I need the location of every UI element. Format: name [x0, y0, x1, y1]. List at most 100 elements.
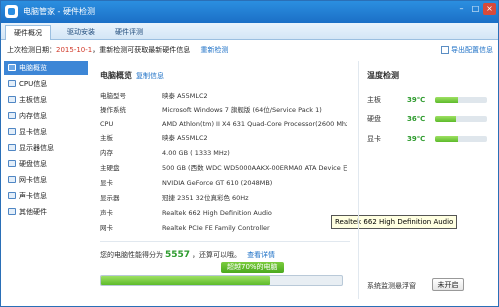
- info-label: 主板: [100, 134, 113, 142]
- info-label: 声卡: [100, 209, 113, 217]
- info-value: AMD Athlon(tm) II X4 631 Quad-Core Proce…: [162, 120, 347, 128]
- sidebar-item-label: CPU信息: [19, 80, 48, 88]
- info-row-monitor: 显示器 冠捷 2351 32位真彩色 60Hz: [100, 192, 355, 204]
- divider: [100, 241, 350, 242]
- export-icon: [441, 46, 449, 54]
- info-label: 内存: [100, 149, 113, 157]
- sidebar-item-label: 内存信息: [19, 112, 47, 120]
- sound-card-icon: [8, 192, 16, 199]
- window-controls: – □ ×: [454, 3, 496, 15]
- cpu-icon: [8, 80, 16, 87]
- info-row-model: 电脑型号 映泰 A55MLC2: [100, 90, 355, 102]
- sidebar-item-disk[interactable]: 硬盘信息: [4, 157, 88, 171]
- last-detect-date: 2015-10-1: [56, 46, 93, 54]
- temp-value: 39℃: [407, 135, 426, 143]
- overview-title-text: 电脑概览: [100, 71, 132, 80]
- network-card-icon: [8, 176, 16, 183]
- temp-row-motherboard: 主板 39℃: [367, 94, 491, 106]
- temp-gauge-fill: [435, 116, 456, 122]
- sidebar-item-monitor[interactable]: 显示器信息: [4, 141, 88, 155]
- performance-score: 您的电脑性能得分为 5557 ，还算可以哦。 查看详情: [100, 250, 275, 260]
- memory-icon: [8, 112, 16, 119]
- copy-info-link[interactable]: 复制信息: [136, 72, 164, 80]
- info-row-memory: 内存 4.00 GB ( 1333 MHz): [100, 147, 355, 159]
- temp-row-disk: 硬盘 36℃: [367, 113, 491, 125]
- score-value: 5557: [165, 250, 191, 260]
- info-label: CPU: [100, 120, 114, 128]
- score-label: 您的电脑性能得分为: [100, 251, 163, 259]
- tab-hardware-overview[interactable]: 硬件概况: [5, 25, 51, 40]
- disk-icon: [8, 160, 16, 167]
- temperature-title: 温度检测: [367, 71, 399, 80]
- info-label: 主硬盘: [100, 164, 120, 172]
- app-logo-icon: [5, 5, 18, 18]
- float-monitor-toggle[interactable]: 未开启: [432, 278, 464, 291]
- info-row-os: 操作系统 Microsoft Windows 7 旗舰版 (64位/Service…: [100, 104, 355, 116]
- temp-gauge: [435, 136, 487, 142]
- sidebar-item-cpu[interactable]: CPU信息: [4, 77, 88, 91]
- panel-divider: [358, 61, 359, 299]
- sidebar-item-other[interactable]: 其他硬件: [4, 205, 88, 219]
- export-config-link[interactable]: 导出配置信息: [441, 44, 493, 56]
- sidebar-item-label: 电脑概览: [19, 64, 47, 72]
- sidebar-item-label: 显卡信息: [19, 128, 47, 136]
- info-row-disk: 主硬盘 500 GB (西数 WDC WD5000AAKX-00ERMA0 ATA…: [100, 162, 355, 174]
- sidebar-item-motherboard[interactable]: 主板信息: [4, 93, 88, 107]
- temp-value: 39℃: [407, 96, 426, 104]
- info-value: Realtek PCIe FE Family Controller: [162, 224, 270, 232]
- sidebar-item-label: 硬盘信息: [19, 160, 47, 168]
- tab-driver-install[interactable]: 驱动安装: [59, 25, 103, 39]
- main-window: 电脑管家 - 硬件检测 – □ × 硬件概况 驱动安装 硬件评测 上次检测日期：…: [0, 0, 499, 307]
- detection-info-line: 上次检测日期：2015-10-1，重新检测可获取最新硬件信息 重新检测 导出配置…: [7, 44, 495, 56]
- motherboard-icon: [8, 96, 16, 103]
- maximize-button[interactable]: □: [469, 3, 482, 15]
- overview-panel: 电脑概览 复制信息 电脑型号 映泰 A55MLC2 操作系统 Microsoft Wi…: [91, 61, 353, 301]
- monitor-icon: [8, 144, 16, 151]
- info-label: 操作系统: [100, 106, 126, 114]
- export-config-label: 导出配置信息: [451, 46, 493, 54]
- temp-gauge: [435, 116, 487, 122]
- sidebar: 电脑概览 CPU信息 主板信息 内存信息 显卡信息 显示器信息 硬盘信息 网卡信…: [4, 61, 88, 301]
- sidebar-item-memory[interactable]: 内存信息: [4, 109, 88, 123]
- sidebar-item-label: 其他硬件: [19, 208, 47, 216]
- sidebar-item-label: 网卡信息: [19, 176, 47, 184]
- info-value: Microsoft Windows 7 旗舰版 (64位/Service Pac…: [162, 106, 322, 114]
- sidebar-item-network[interactable]: 网卡信息: [4, 173, 88, 187]
- float-monitor-label: 系统监测悬浮窗: [367, 282, 416, 290]
- score-progress-fill: [101, 276, 270, 285]
- info-row-motherboard: 主板 映泰 A55MLC2: [100, 132, 355, 144]
- info-value: 映泰 A55MLC2: [162, 134, 208, 142]
- info-label: 显示器: [100, 194, 120, 202]
- temp-label: 显卡: [367, 135, 381, 143]
- info-label: 电脑型号: [100, 92, 126, 100]
- computer-icon: [8, 64, 16, 71]
- redetect-hint: ，重新检测可获取最新硬件信息: [92, 46, 191, 54]
- title-bar: 电脑管家 - 硬件检测 – □ ×: [1, 1, 498, 23]
- sidebar-item-overview[interactable]: 电脑概览: [4, 61, 88, 75]
- window-title: 电脑管家 - 硬件检测: [23, 7, 95, 16]
- tab-hardware-benchmark[interactable]: 硬件评测: [107, 25, 151, 39]
- graphics-card-icon: [8, 128, 16, 135]
- info-value: NVIDIA GeForce GT 610 (2048MB): [162, 179, 273, 187]
- minimize-button[interactable]: –: [455, 3, 468, 15]
- score-comment: ，还算可以哦。: [192, 251, 242, 259]
- sidebar-item-sound[interactable]: 声卡信息: [4, 189, 88, 203]
- temp-value: 36℃: [407, 115, 426, 123]
- redetect-link[interactable]: 重新检测: [200, 46, 228, 54]
- info-row-network: 网卡 Realtek PCIe FE Family Controller: [100, 222, 355, 234]
- close-button[interactable]: ×: [483, 3, 496, 15]
- info-value: 冠捷 2351 32位真彩色 60Hz: [162, 194, 249, 202]
- sidebar-item-graphics[interactable]: 显卡信息: [4, 125, 88, 139]
- sidebar-item-label: 主板信息: [19, 96, 47, 104]
- temperature-panel: 温度检测 主板 39℃ 硬盘 36℃ 显卡 39℃ 系统监测悬浮窗 未开启: [363, 61, 495, 301]
- info-label: 显卡: [100, 179, 113, 187]
- view-details-link[interactable]: 查看详情: [247, 251, 275, 259]
- other-hardware-icon: [8, 208, 16, 215]
- temp-gauge: [435, 97, 487, 103]
- info-value: 500 GB (西数 WDC WD5000AAKX-00ERMA0 ATA De…: [162, 164, 347, 172]
- temp-label: 主板: [367, 96, 381, 104]
- sidebar-item-label: 显示器信息: [19, 144, 54, 152]
- temp-gauge-fill: [435, 97, 459, 103]
- info-row-cpu: CPU AMD Athlon(tm) II X4 631 Quad-Core Pr…: [100, 118, 355, 130]
- info-row-sound: 声卡 Realtek 662 High Definition Audio: [100, 207, 355, 219]
